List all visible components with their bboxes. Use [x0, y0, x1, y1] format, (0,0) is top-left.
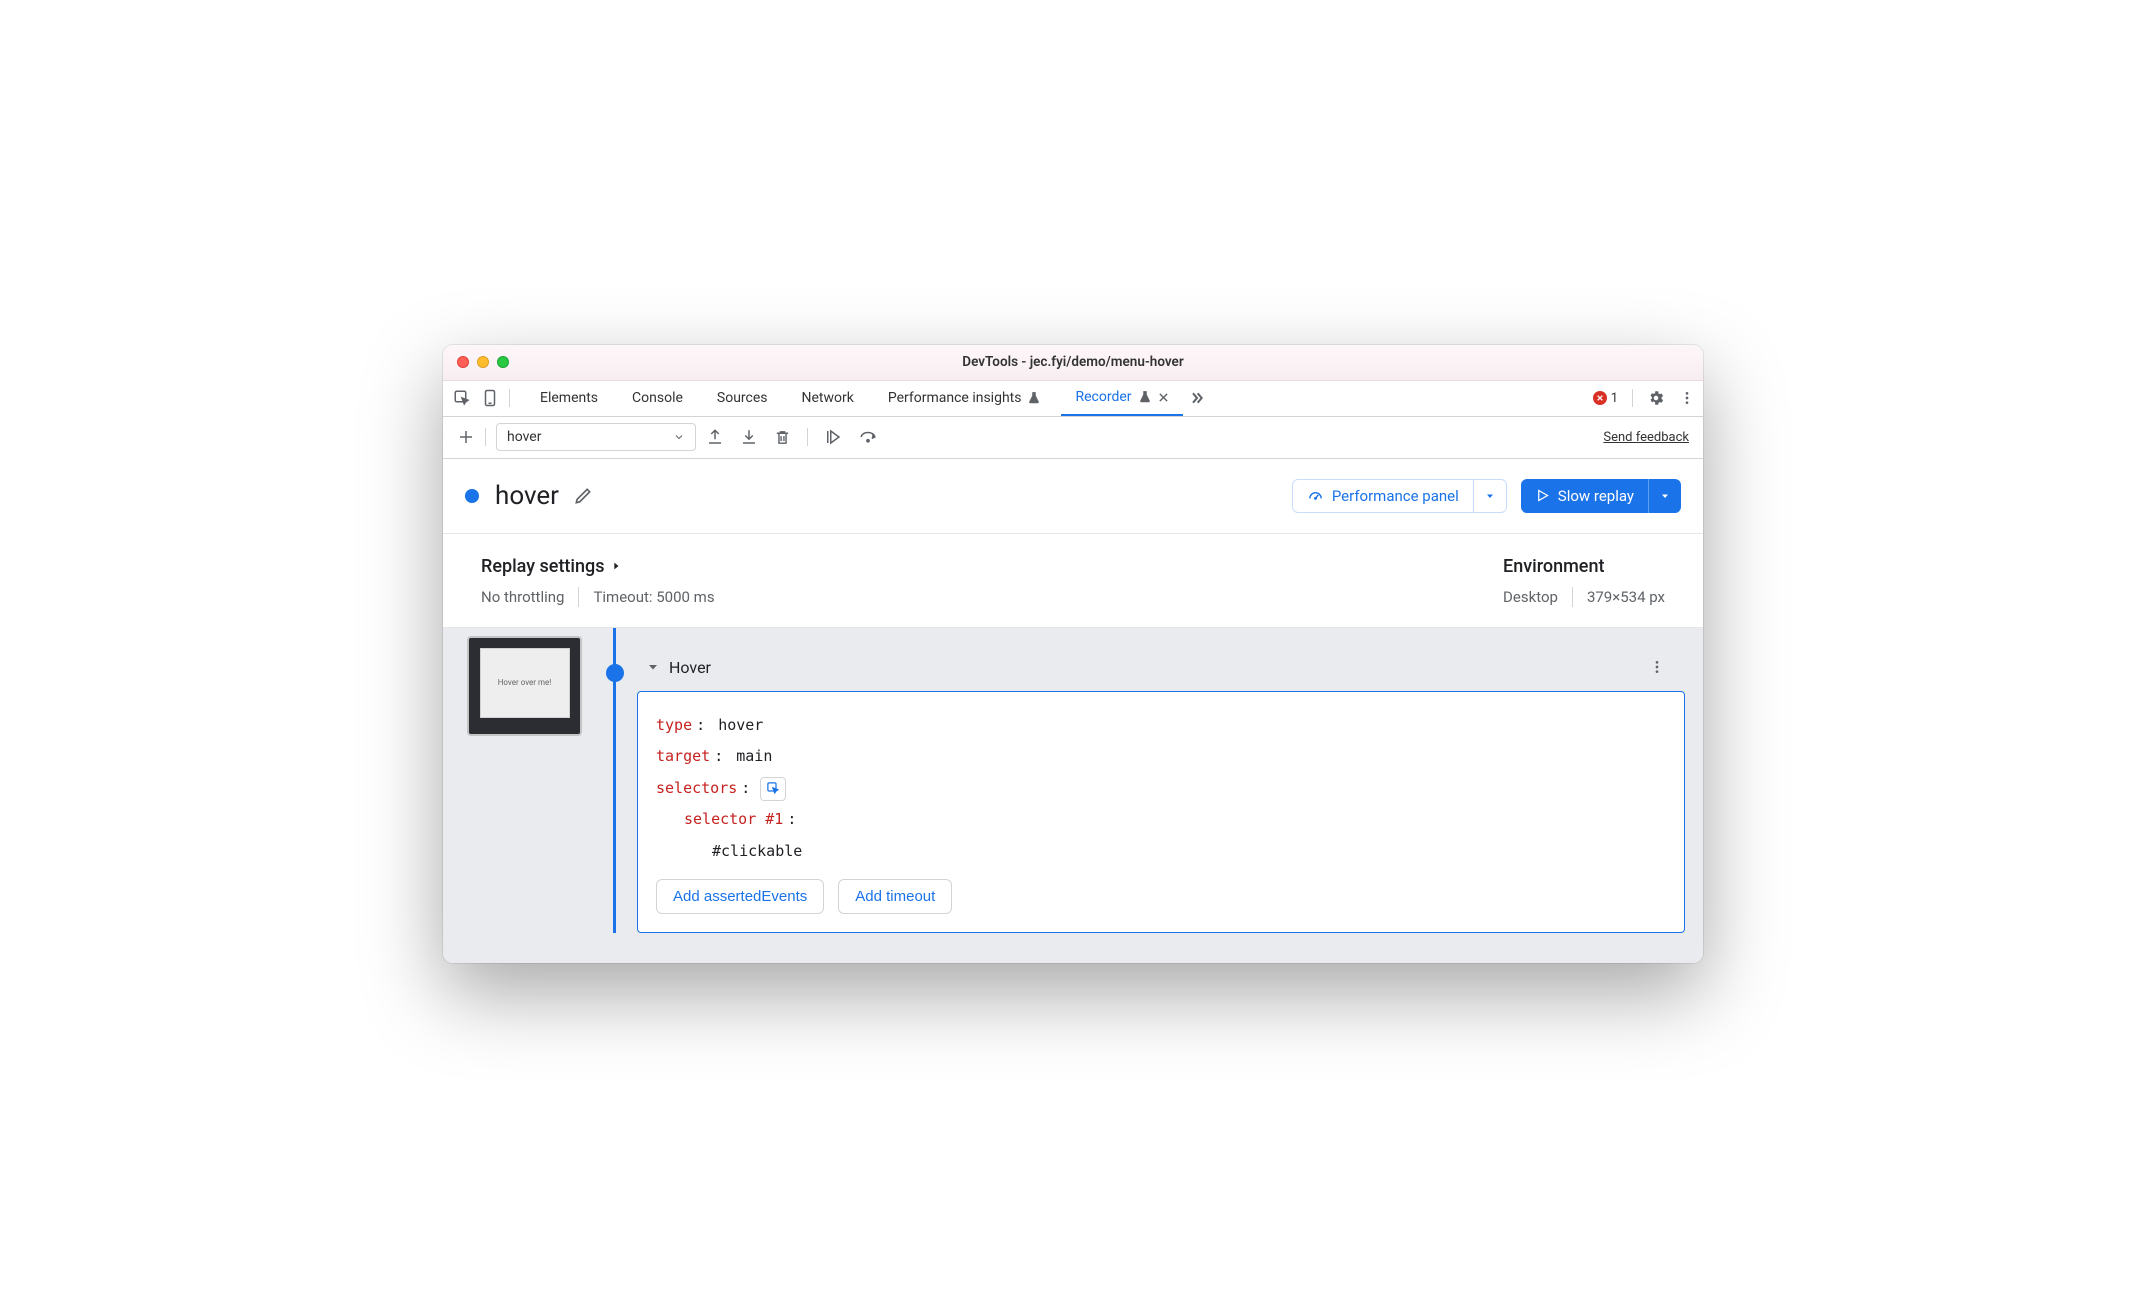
chevron-right-icon: [611, 559, 621, 573]
separator: [485, 428, 486, 446]
timeline-active-dot: [606, 664, 624, 682]
recording-select[interactable]: hover: [496, 423, 696, 451]
chevron-down-icon: [673, 431, 685, 443]
slow-replay-button[interactable]: Slow replay: [1521, 479, 1681, 513]
close-tab-icon[interactable]: [1158, 392, 1169, 403]
maximize-window-button[interactable]: [497, 356, 509, 368]
close-window-button[interactable]: [457, 356, 469, 368]
error-badge[interactable]: 1: [1593, 391, 1618, 406]
tab-sources[interactable]: Sources: [703, 381, 782, 416]
environment-heading: Environment: [1503, 556, 1665, 577]
tab-label: Elements: [540, 390, 598, 406]
thumbnail-text: Hover over me!: [498, 678, 552, 687]
new-recording-icon[interactable]: [457, 428, 475, 446]
play-icon: [1535, 488, 1550, 503]
prop-key: target: [656, 741, 710, 773]
separator: [1632, 389, 1633, 407]
error-count: 1: [1611, 391, 1618, 406]
tab-elements[interactable]: Elements: [526, 381, 612, 416]
chevron-down-icon: [1659, 490, 1671, 502]
gear-icon[interactable]: [1647, 389, 1665, 407]
replay-settings-heading[interactable]: Replay settings: [481, 556, 715, 577]
overflow-tabs-icon[interactable]: [1189, 390, 1205, 406]
selector-value[interactable]: #clickable: [712, 836, 802, 868]
flask-icon: [1138, 390, 1152, 404]
separator: [807, 428, 808, 446]
separator: [509, 389, 510, 407]
export-icon[interactable]: [706, 428, 724, 446]
inspect-element-icon[interactable]: [453, 389, 471, 407]
tab-label: Recorder: [1075, 389, 1131, 405]
timeline: [601, 628, 637, 934]
gauge-icon: [1307, 487, 1324, 504]
caret-down-icon: [647, 661, 659, 673]
slow-replay-dropdown[interactable]: [1648, 479, 1681, 513]
send-feedback-link[interactable]: Send feedback: [1603, 430, 1689, 445]
tab-recorder[interactable]: Recorder: [1061, 381, 1182, 416]
step-header[interactable]: Hover: [637, 658, 1685, 691]
recording-select-value: hover: [507, 429, 541, 445]
step-menu-icon[interactable]: [1649, 659, 1675, 675]
step-details-card: type: hover target: main selectors: sele…: [637, 691, 1685, 934]
step-over-icon[interactable]: [858, 428, 878, 446]
timeout-value: Timeout: 5000 ms: [593, 588, 714, 606]
prop-value[interactable]: main: [736, 741, 772, 773]
step-label: Hover: [669, 658, 711, 677]
tab-network[interactable]: Network: [788, 381, 868, 416]
environment-device: Desktop: [1503, 588, 1558, 606]
performance-panel-button[interactable]: Performance panel: [1292, 479, 1507, 513]
recording-status-dot: [465, 489, 479, 503]
recording-header: hover Performance panel Slow replay: [443, 459, 1703, 534]
prop-key: type: [656, 710, 692, 742]
tab-label: Console: [632, 390, 683, 406]
minimize-window-button[interactable]: [477, 356, 489, 368]
titlebar: DevTools - jec.fyi/demo/menu-hover: [443, 345, 1703, 381]
throttling-value: No throttling: [481, 588, 564, 606]
performance-panel-dropdown[interactable]: [1473, 480, 1506, 512]
prop-key: selector #1: [684, 804, 783, 836]
button-label: Performance panel: [1332, 487, 1459, 505]
tab-label: Performance insights: [888, 390, 1022, 406]
continue-icon[interactable]: [824, 428, 842, 446]
chevron-down-icon: [1484, 490, 1496, 502]
prop-value[interactable]: hover: [718, 710, 763, 742]
panel-tabs: Elements Console Sources Network Perform…: [443, 381, 1703, 417]
add-timeout-button[interactable]: Add timeout: [838, 879, 952, 914]
tab-performance-insights[interactable]: Performance insights: [874, 381, 1056, 416]
device-toggle-icon[interactable]: [481, 389, 499, 407]
separator: [1572, 587, 1573, 607]
heading-label: Environment: [1503, 556, 1604, 577]
button-label: Slow replay: [1558, 487, 1634, 505]
environment-size: 379×534 px: [1587, 588, 1665, 606]
separator: [578, 587, 579, 607]
flask-icon: [1027, 391, 1041, 405]
tab-label: Sources: [717, 390, 768, 406]
prop-key: selectors: [656, 773, 737, 805]
devtools-window: DevTools - jec.fyi/demo/menu-hover Eleme…: [443, 345, 1703, 964]
recording-title: hover: [495, 481, 559, 511]
step-thumbnail: Hover over me!: [467, 636, 582, 736]
error-icon: [1593, 391, 1607, 405]
delete-icon[interactable]: [774, 429, 791, 446]
window-title: DevTools - jec.fyi/demo/menu-hover: [443, 354, 1703, 370]
steps-timeline: Hover over me! Hover type: hover: [443, 628, 1703, 964]
edit-title-icon[interactable]: [573, 486, 593, 506]
heading-label: Replay settings: [481, 556, 605, 577]
recorder-toolbar: hover Send feedback: [443, 417, 1703, 459]
pick-selector-button[interactable]: [760, 777, 786, 801]
settings-panel: Replay settings No throttling Timeout: 5…: [443, 534, 1703, 628]
import-icon[interactable]: [740, 428, 758, 446]
kebab-menu-icon[interactable]: [1679, 390, 1695, 406]
traffic-lights: [457, 356, 509, 368]
tab-label: Network: [802, 390, 854, 406]
tab-console[interactable]: Console: [618, 381, 697, 416]
add-asserted-events-button[interactable]: Add assertedEvents: [656, 879, 824, 914]
